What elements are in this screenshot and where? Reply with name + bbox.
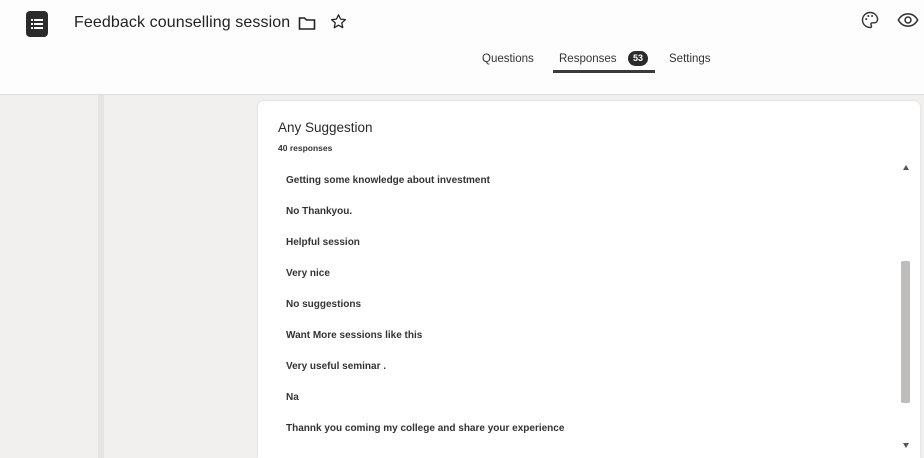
list-item: Very useful seminar . xyxy=(286,361,387,372)
question-response-card: Any Suggestion 40 responses Getting some… xyxy=(258,101,920,458)
tab-bar: Questions Responses 53 Settings xyxy=(0,51,924,75)
list-item: Very nice xyxy=(286,268,330,279)
responses-count-badge: 53 xyxy=(628,51,648,66)
star-icon[interactable] xyxy=(330,13,347,35)
response-list-scrollbar[interactable] xyxy=(899,163,913,454)
list-item: Want More sessions like this xyxy=(286,330,423,341)
tab-questions[interactable]: Questions xyxy=(482,53,534,65)
eye-icon[interactable] xyxy=(897,13,919,32)
scroll-up-arrow-icon[interactable] xyxy=(903,165,909,170)
list-item: No Thankyou. xyxy=(286,206,353,217)
forms-icon[interactable] xyxy=(26,11,48,37)
question-title: Any Suggestion xyxy=(278,120,373,135)
list-item: Helpful session xyxy=(286,237,360,248)
left-panel-divider xyxy=(98,95,104,458)
response-count: 40 responses xyxy=(278,143,333,153)
scroll-down-arrow-icon[interactable] xyxy=(903,443,909,448)
list-item: Getting some knowledge about investment xyxy=(286,175,490,186)
tab-responses[interactable]: Responses xyxy=(559,53,617,65)
list-item: Na xyxy=(286,392,299,403)
form-title[interactable]: Feedback counselling session xyxy=(74,14,290,32)
tab-settings[interactable]: Settings xyxy=(669,53,711,65)
folder-icon[interactable] xyxy=(298,15,316,36)
top-bar: Feedback counselling session Questions R… xyxy=(0,0,924,95)
list-item: No suggestions xyxy=(286,299,362,310)
list-item: Thannk you coming my college and share y… xyxy=(286,423,565,434)
active-tab-indicator xyxy=(553,70,655,73)
scrollbar-thumb[interactable] xyxy=(901,261,910,403)
palette-icon[interactable] xyxy=(860,10,880,35)
